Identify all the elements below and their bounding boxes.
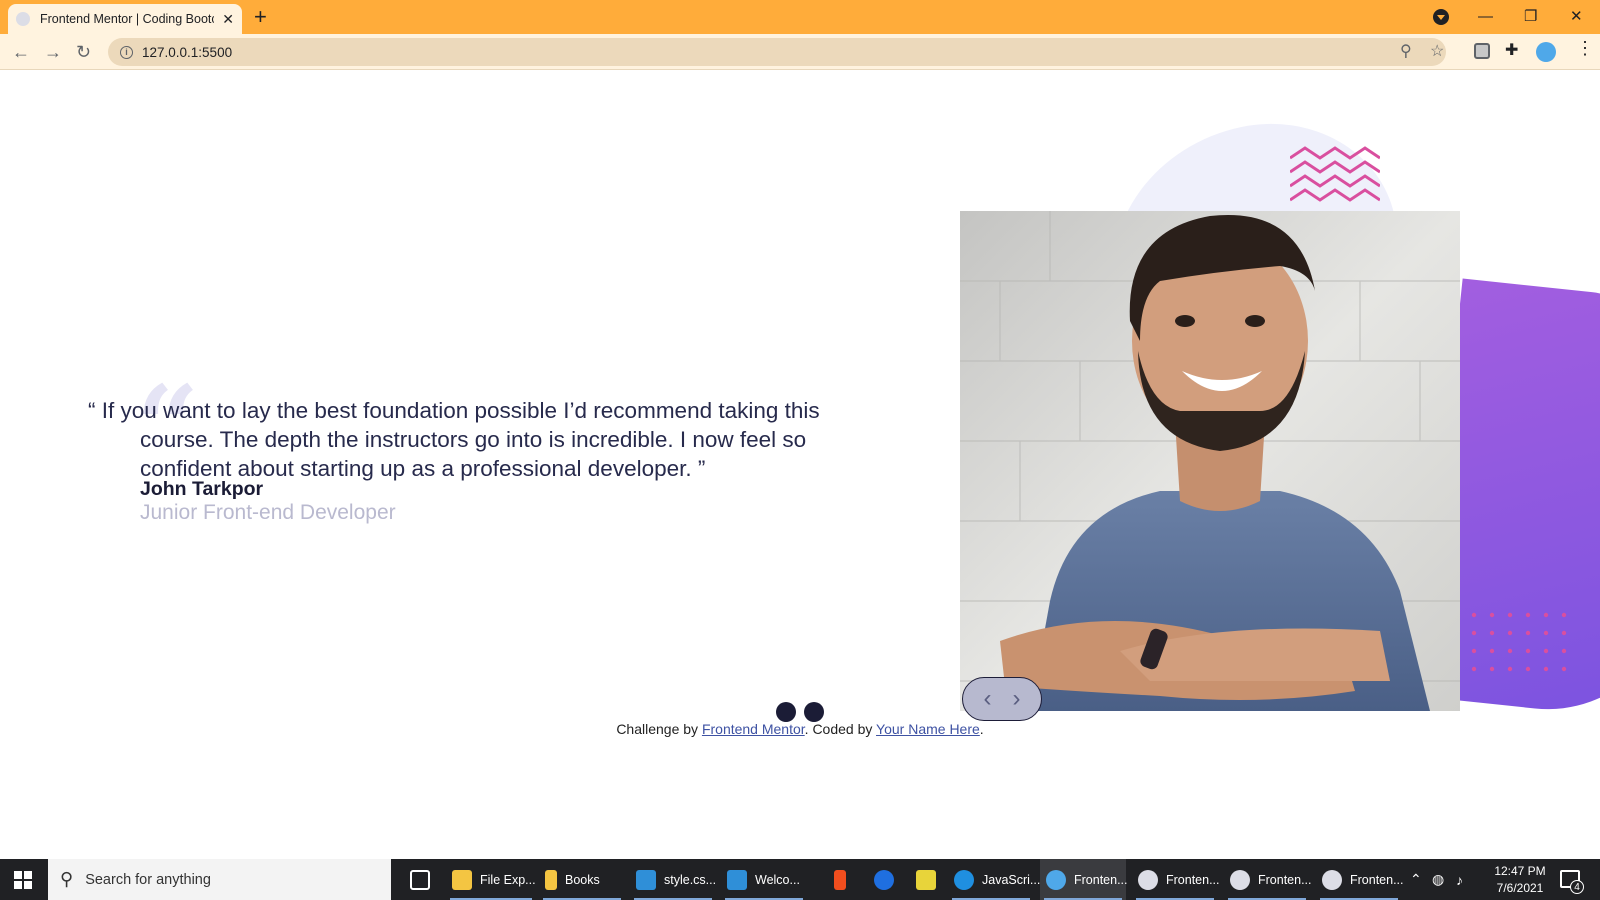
taskbar-app-firefox[interactable]: [868, 859, 902, 900]
extension-icon[interactable]: [1474, 43, 1490, 59]
attribution-suffix: .: [979, 721, 984, 737]
taskbar-app-label: style.cs...: [664, 872, 717, 887]
folder-icon: [545, 869, 557, 890]
zigzag-pattern-icon: [1290, 146, 1380, 202]
star-icon[interactable]: ☆: [1430, 43, 1444, 61]
reload-icon[interactable]: ↻: [76, 40, 91, 64]
windows-start-icon[interactable]: [14, 871, 32, 889]
taskbar-app-label: Fronten...: [1258, 872, 1312, 887]
page-content: ‹ › “ “ If you want to lay the best foun…: [0, 71, 1600, 859]
restore-button[interactable]: ❐: [1524, 4, 1537, 30]
chrome-icon: [1322, 869, 1342, 890]
sticky-notes-icon: [916, 869, 936, 890]
zoom-icon[interactable]: ⚲: [1400, 43, 1412, 61]
info-icon[interactable]: i: [120, 45, 133, 59]
taskbar-app-chrome-4[interactable]: Fronten...: [1316, 859, 1404, 900]
taskbar-app-label: Fronten...: [1074, 872, 1128, 887]
close-tab-icon[interactable]: ✕: [222, 11, 234, 28]
taskbar-app-chrome-1[interactable]: Fronten...: [1040, 859, 1128, 900]
search-placeholder: Search for anything: [85, 871, 211, 888]
kebab-menu-icon[interactable]: ⋮: [1576, 38, 1594, 59]
globe-icon[interactable]: ◍: [1432, 859, 1444, 900]
notification-badge: 4: [1570, 880, 1584, 894]
taskbar-app-vscode-style[interactable]: style.cs...: [630, 859, 716, 900]
address-bar[interactable]: i 127.0.0.1:5500 ⚲ ☆: [108, 38, 1446, 66]
taskbar: ⚲ Search for anything File Exp... Books …: [0, 859, 1600, 900]
taskbar-app-label: Welco...: [755, 872, 800, 887]
taskbar-app-vscode-welcome[interactable]: Welco...: [721, 859, 807, 900]
chrome-icon: [1138, 869, 1158, 890]
profile-icon[interactable]: [1536, 42, 1556, 62]
taskbar-search[interactable]: ⚲ Search for anything: [48, 859, 391, 900]
vscode-icon: [636, 869, 656, 890]
author-link[interactable]: Your Name Here: [876, 721, 980, 737]
taskbar-app-figma[interactable]: [828, 859, 854, 900]
taskbar-app-label: File Exp...: [480, 872, 536, 887]
browser-tab[interactable]: Frontend Mentor | Coding Bootc ✕: [8, 4, 242, 34]
taskbar-app-sticky[interactable]: [910, 859, 944, 900]
new-tab-button[interactable]: +: [254, 4, 267, 30]
testimonial-photo: [960, 211, 1460, 711]
url-text[interactable]: 127.0.0.1:5500: [142, 45, 232, 60]
folder-icon: [452, 869, 472, 890]
minimize-button[interactable]: —: [1478, 4, 1493, 30]
clock-time: 12:47 PM: [1494, 864, 1546, 878]
favicon-icon: [16, 12, 30, 26]
taskbar-app-label: Books: [565, 872, 600, 887]
taskbar-app-label: JavaScri...: [982, 872, 1041, 887]
next-button[interactable]: ›: [1013, 687, 1021, 711]
slide-indicator-1[interactable]: [776, 702, 796, 722]
taskbar-app-label: Fronten...: [1350, 872, 1404, 887]
chrome-icon: [1046, 869, 1066, 890]
back-arrow-icon[interactable]: ←: [12, 40, 30, 64]
browser-toolbar: ← → ↻ i 127.0.0.1:5500 ⚲ ☆ ✚ ⋮: [0, 34, 1600, 70]
author-role: Junior Front-end Developer: [140, 501, 396, 524]
chevron-up-icon[interactable]: ⌃: [1410, 859, 1422, 900]
slider-controls: ‹ ›: [962, 677, 1042, 721]
testimonial-quote: “ If you want to lay the best foundation…: [88, 398, 820, 481]
search-icon: ⚲: [60, 869, 74, 889]
taskbar-app-chrome-2[interactable]: Fronten...: [1132, 859, 1220, 900]
taskbar-app-edge[interactable]: JavaScri...: [948, 859, 1040, 900]
tab-title: Frontend Mentor | Coding Bootc: [40, 12, 215, 26]
forward-arrow-icon[interactable]: →: [44, 40, 62, 64]
task-view-icon[interactable]: [404, 859, 438, 900]
slide-indicator-2[interactable]: [804, 702, 824, 722]
vscode-icon: [727, 869, 747, 890]
attribution: Challenge by Frontend Mentor. Coded by Y…: [0, 721, 1600, 737]
author-name: John Tarkpor: [140, 478, 264, 500]
chrome-icon: [1230, 869, 1250, 890]
frontend-mentor-link[interactable]: Frontend Mentor: [702, 721, 805, 737]
firefox-icon: [874, 869, 894, 890]
dot-pattern-icon: [1453, 612, 1567, 672]
attribution-middle: . Coded by: [804, 721, 877, 737]
puzzle-icon[interactable]: ✚: [1505, 40, 1518, 60]
figma-icon: [834, 869, 846, 890]
close-window-button[interactable]: ✕: [1570, 4, 1583, 30]
tab-search-icon[interactable]: [1433, 9, 1449, 25]
taskbar-app-file-explorer[interactable]: File Exp...: [446, 859, 536, 900]
attribution-prefix: Challenge by: [616, 721, 702, 737]
taskbar-app-books[interactable]: Books: [539, 859, 625, 900]
clock-date: 7/6/2021: [1496, 881, 1544, 895]
browser-tab-bar: Frontend Mentor | Coding Bootc ✕ + — ❐ ✕: [0, 0, 1600, 34]
prev-button[interactable]: ‹: [984, 687, 992, 711]
taskbar-app-chrome-3[interactable]: Fronten...: [1224, 859, 1312, 900]
edge-icon: [954, 869, 974, 890]
volume-icon[interactable]: ♪: [1456, 859, 1463, 900]
system-clock[interactable]: 12:47 PM 7/6/2021: [1485, 863, 1555, 897]
taskbar-app-label: Fronten...: [1166, 872, 1220, 887]
